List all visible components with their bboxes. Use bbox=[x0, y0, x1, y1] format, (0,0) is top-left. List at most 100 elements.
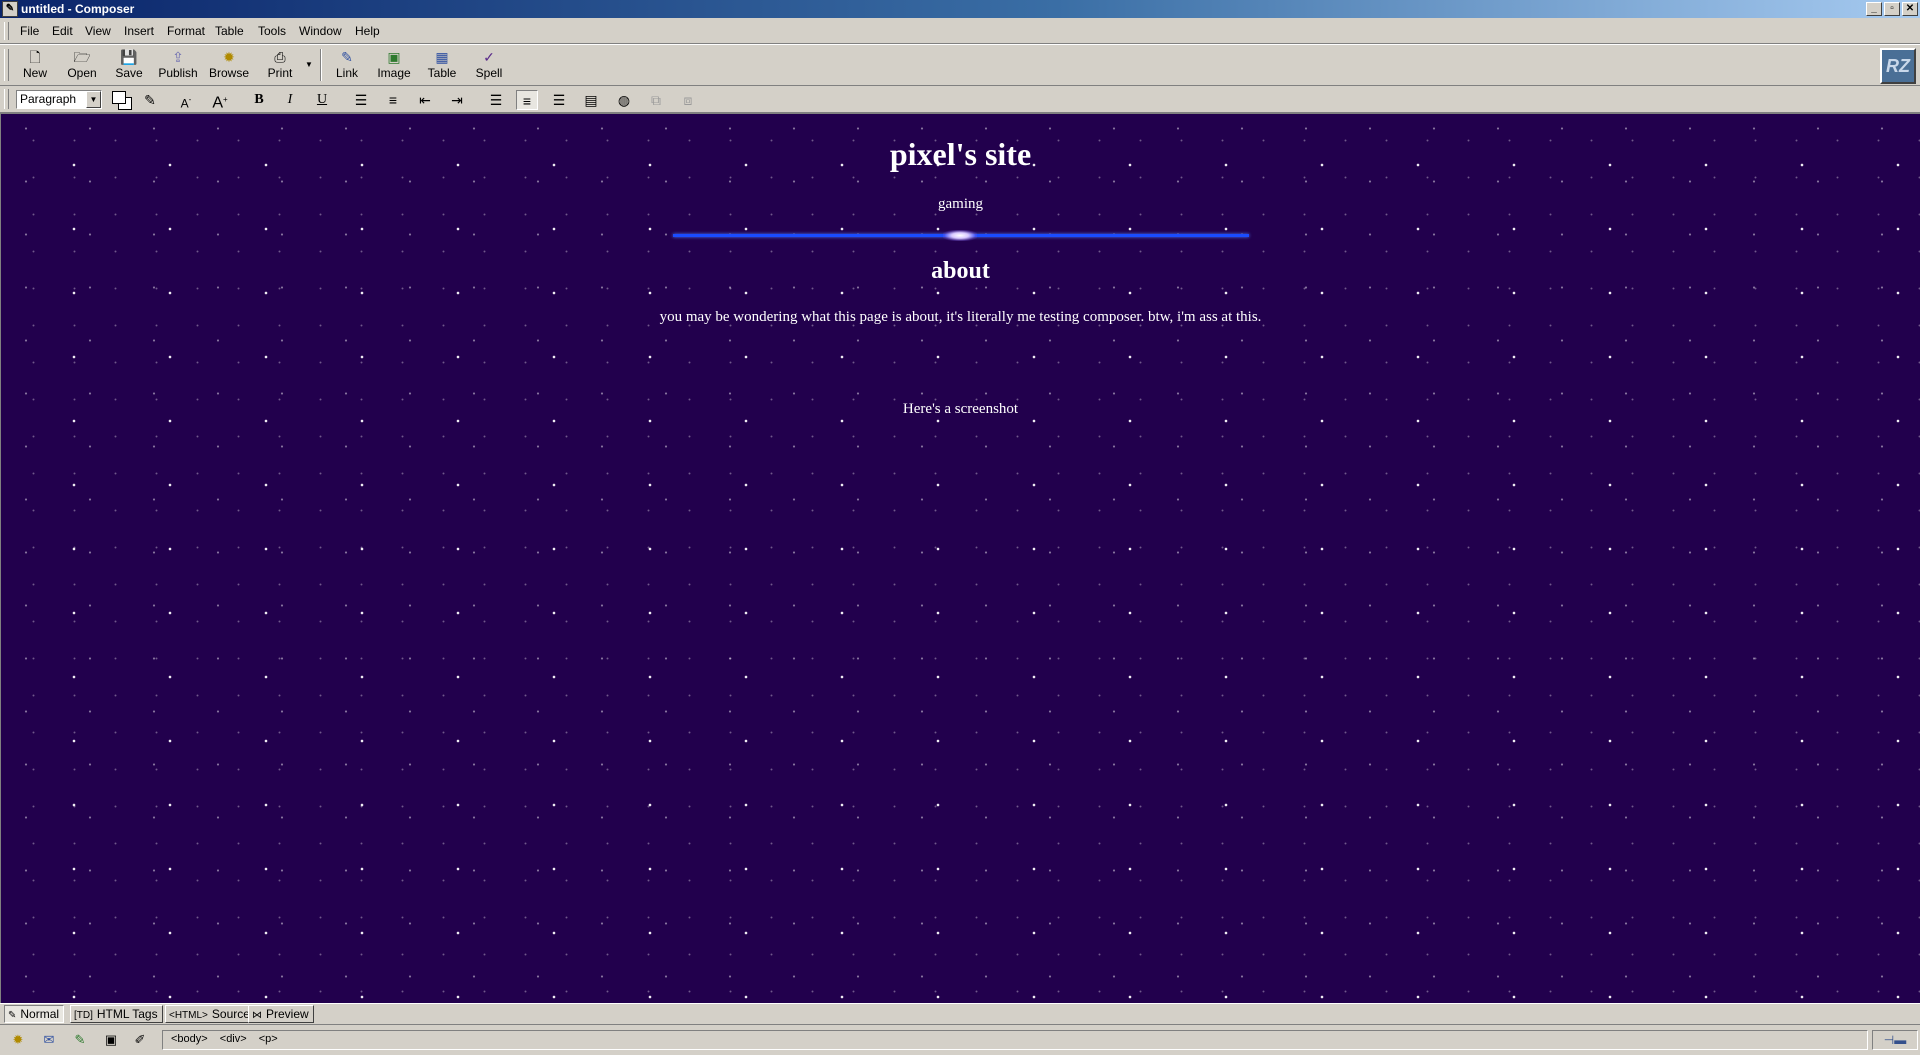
about-paragraph: you may be wondering what this page is a… bbox=[659, 309, 1262, 325]
save-label: Save bbox=[115, 66, 143, 80]
justify-icon[interactable]: ▤ bbox=[580, 90, 602, 110]
menu-edit[interactable]: Edit bbox=[52, 24, 73, 38]
chevron-down-icon[interactable]: ▼ bbox=[86, 91, 101, 108]
text-color-swatch[interactable] bbox=[112, 91, 126, 104]
menu-file[interactable]: File bbox=[20, 24, 39, 38]
open-label: Open bbox=[67, 66, 97, 80]
chevron-down-icon: ▼ bbox=[305, 60, 313, 69]
menu-format[interactable]: Format bbox=[167, 24, 205, 38]
toolbar-separator bbox=[320, 49, 322, 81]
paragraph-style-select[interactable]: Paragraph ▼ bbox=[16, 90, 102, 109]
layer-order-icon[interactable]: ⧈ bbox=[677, 90, 699, 110]
menu-table[interactable]: Table bbox=[215, 24, 244, 38]
navigator-icon[interactable]: ✹ bbox=[8, 1032, 28, 1048]
anchor-icon[interactable]: ◍ bbox=[613, 90, 635, 110]
restore-button[interactable]: ▫ bbox=[1884, 2, 1900, 16]
page-subtitle: gaming bbox=[938, 196, 983, 212]
numbered-list-icon[interactable]: ≡ bbox=[382, 90, 404, 110]
indent-icon[interactable]: ⇥ bbox=[446, 90, 468, 110]
toolbar-grip[interactable] bbox=[4, 49, 9, 81]
absolute-position-icon[interactable]: ⧉ bbox=[645, 90, 667, 110]
image-button[interactable]: ▣ Image bbox=[371, 47, 417, 83]
print-dropdown[interactable]: ▼ bbox=[300, 47, 316, 83]
throbber-logo[interactable]: RZ bbox=[1880, 48, 1916, 84]
spellcheck-icon: ✓ bbox=[483, 49, 495, 65]
align-left-icon[interactable]: ☰ bbox=[485, 90, 507, 110]
close-button[interactable]: ✕ bbox=[1902, 2, 1918, 16]
align-center-icon[interactable]: ≡ bbox=[516, 90, 538, 110]
tab-html-tags-label: HTML Tags bbox=[96, 1007, 158, 1021]
chat-icon[interactable]: ✐ bbox=[130, 1032, 150, 1048]
menu-view[interactable]: View bbox=[85, 24, 111, 38]
format-toolbar-grip[interactable] bbox=[4, 89, 9, 109]
spell-button[interactable]: ✓ Spell bbox=[466, 47, 512, 83]
paragraph-style-value: Paragraph bbox=[20, 92, 77, 106]
breadcrumb-body[interactable]: <body> bbox=[171, 1033, 208, 1045]
status-bar: ✹ ✉ ✎ ▣ ✐ <body> <div> <p> ⊣▬ bbox=[0, 1024, 1920, 1055]
tag-breadcrumb: <body> <div> <p> bbox=[162, 1030, 1868, 1050]
editor-canvas[interactable]: pixel's site gaming about you may be won… bbox=[0, 114, 1920, 1003]
tab-normal-label: Normal bbox=[20, 1007, 60, 1021]
edit-mode-tabs: ✎ Normal [TD] HTML Tags <HTML> Source ⋈ Prev… bbox=[0, 1003, 1920, 1024]
breadcrumb-div[interactable]: <div> bbox=[220, 1033, 247, 1045]
rule-glow bbox=[943, 230, 977, 241]
pen-icon: ✎ bbox=[8, 1010, 17, 1021]
menu-help[interactable]: Help bbox=[355, 24, 380, 38]
print-button[interactable]: ⎙ Print bbox=[257, 47, 303, 83]
online-status-icon[interactable]: ⊣▬ bbox=[1872, 1030, 1918, 1050]
menu-tools[interactable]: Tools bbox=[258, 24, 286, 38]
save-button[interactable]: 💾 Save bbox=[106, 47, 152, 83]
save-disk-icon: 💾 bbox=[120, 49, 138, 65]
link-label: Link bbox=[335, 66, 358, 80]
table-grid-icon: ▦ bbox=[435, 49, 449, 65]
tab-source[interactable]: <HTML> Source bbox=[165, 1005, 255, 1023]
menubar-grip[interactable] bbox=[4, 22, 9, 40]
publish-icon: ⇪ bbox=[172, 49, 184, 65]
html-source-icon: <HTML> bbox=[169, 1010, 208, 1021]
printer-icon: ⎙ bbox=[274, 49, 286, 65]
breadcrumb-p[interactable]: <p> bbox=[259, 1033, 278, 1045]
window-title: untitled - Composer bbox=[21, 2, 135, 16]
tab-preview-label: Preview bbox=[266, 1007, 309, 1021]
mail-icon[interactable]: ✉ bbox=[39, 1032, 59, 1048]
print-label: Print bbox=[267, 66, 293, 80]
menu-insert[interactable]: Insert bbox=[124, 24, 154, 38]
tab-normal[interactable]: ✎ Normal bbox=[4, 1005, 65, 1023]
tab-html-tags[interactable]: [TD] HTML Tags bbox=[70, 1005, 163, 1023]
underline-button[interactable]: U bbox=[311, 90, 333, 110]
window-controls: _ ▫ ✕ bbox=[1864, 2, 1918, 16]
format-toolbar: Paragraph ▼ ✎ A- A+ B I U ☰ ≡ ⇤ ⇥ ☰ ≡ ☰ … bbox=[0, 86, 1920, 114]
title-bar: ✎ untitled - Composer _ ▫ ✕ bbox=[0, 0, 1920, 18]
minimize-button[interactable]: _ bbox=[1866, 2, 1882, 16]
publish-label: Publish bbox=[158, 66, 198, 80]
open-button[interactable]: 🗁 Open bbox=[59, 47, 105, 83]
highlight-pen-icon[interactable]: ✎ bbox=[139, 90, 161, 110]
link-button[interactable]: ✎ Link bbox=[324, 47, 370, 83]
new-document-icon: 🗋 bbox=[29, 49, 41, 65]
browse-icon: ✹ bbox=[223, 49, 235, 65]
tab-preview[interactable]: ⋈ Preview bbox=[248, 1005, 314, 1023]
bold-button[interactable]: B bbox=[248, 90, 270, 110]
preview-icon: ⋈ bbox=[252, 1010, 262, 1021]
text-color-picker[interactable] bbox=[112, 91, 132, 110]
html-tags-icon: [TD] bbox=[74, 1010, 93, 1021]
screenshot-caption: Here's a screenshot bbox=[902, 401, 1019, 417]
composition-toolbar: 🗋 New 🗁 Open 💾 Save ⇪ Publish ✹ Browse ⎙… bbox=[0, 44, 1920, 86]
address-book-icon[interactable]: ▣ bbox=[101, 1032, 121, 1048]
publish-button[interactable]: ⇪ Publish bbox=[155, 47, 201, 83]
browse-button[interactable]: ✹ Browse bbox=[206, 47, 252, 83]
bullet-list-icon[interactable]: ☰ bbox=[350, 90, 372, 110]
outdent-icon[interactable]: ⇤ bbox=[414, 90, 436, 110]
larger-font-icon[interactable]: A+ bbox=[209, 90, 231, 112]
menu-bar: File Edit View Insert Format Table Tools… bbox=[0, 18, 1920, 44]
italic-button[interactable]: I bbox=[279, 90, 301, 110]
align-right-icon[interactable]: ☰ bbox=[548, 90, 570, 110]
table-button[interactable]: ▦ Table bbox=[419, 47, 465, 83]
browse-label: Browse bbox=[208, 66, 249, 80]
composer-app-icon[interactable]: ✎ bbox=[2, 1, 18, 17]
horizontal-rule bbox=[673, 230, 1249, 241]
smaller-font-icon[interactable]: A- bbox=[175, 90, 197, 111]
new-button[interactable]: 🗋 New bbox=[12, 47, 58, 83]
composer-icon[interactable]: ✎ bbox=[70, 1032, 90, 1048]
menu-window[interactable]: Window bbox=[299, 24, 342, 38]
